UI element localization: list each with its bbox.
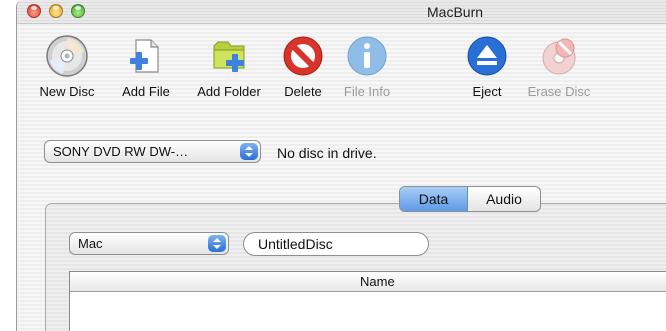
add-folder-button[interactable]: Add Folder — [187, 34, 271, 99]
title-bar[interactable]: MacBurn — [17, 0, 666, 24]
format-select-value: Mac — [78, 236, 103, 251]
delete-label: Delete — [284, 84, 322, 99]
delete-button[interactable]: Delete — [277, 34, 329, 99]
mode-tabs: Data Audio — [399, 186, 541, 212]
no-entry-icon — [283, 36, 323, 76]
new-disc-button[interactable]: New Disc — [35, 34, 99, 99]
file-info-label: File Info — [343, 84, 391, 99]
eject-label: Eject — [472, 84, 502, 99]
erase-disc-label: Erase Disc — [527, 84, 591, 99]
minimize-button[interactable] — [49, 4, 63, 18]
add-file-icon — [130, 39, 159, 73]
disc-icon — [46, 35, 88, 77]
zoom-button[interactable] — [71, 4, 85, 18]
file-table[interactable]: Name — [69, 271, 666, 331]
drive-select[interactable]: SONY DVD RW DW-… — [44, 140, 261, 163]
close-button[interactable] — [27, 4, 41, 18]
popup-arrows-icon — [208, 235, 226, 252]
macburn-window: MacBurn New Disc Add File Add Folder Del… — [16, 0, 666, 331]
new-disc-label: New Disc — [39, 84, 95, 99]
erase-disc-icon — [542, 38, 576, 75]
eject-icon — [467, 36, 507, 76]
format-select[interactable]: Mac — [69, 232, 229, 255]
tab-audio[interactable]: Audio — [468, 187, 540, 211]
add-folder-icon — [213, 41, 245, 72]
file-info-button[interactable]: File Info — [335, 34, 399, 99]
add-file-button[interactable]: Add File — [115, 34, 177, 99]
window-title: MacBurn — [427, 4, 484, 20]
add-folder-label: Add Folder — [197, 84, 261, 99]
table-header: Name — [70, 272, 666, 292]
popup-arrows-icon — [240, 143, 258, 160]
disc-name-field[interactable]: UntitledDisc — [243, 232, 429, 256]
add-file-label: Add File — [122, 84, 170, 99]
erase-disc-button[interactable]: Erase Disc — [517, 34, 601, 99]
eject-button[interactable]: Eject — [463, 34, 511, 99]
drive-select-value: SONY DVD RW DW-… — [53, 144, 189, 159]
info-icon — [347, 36, 387, 76]
tab-data[interactable]: Data — [400, 187, 468, 211]
drive-status: No disc in drive. — [277, 145, 377, 161]
column-header-name[interactable]: Name — [360, 272, 395, 291]
